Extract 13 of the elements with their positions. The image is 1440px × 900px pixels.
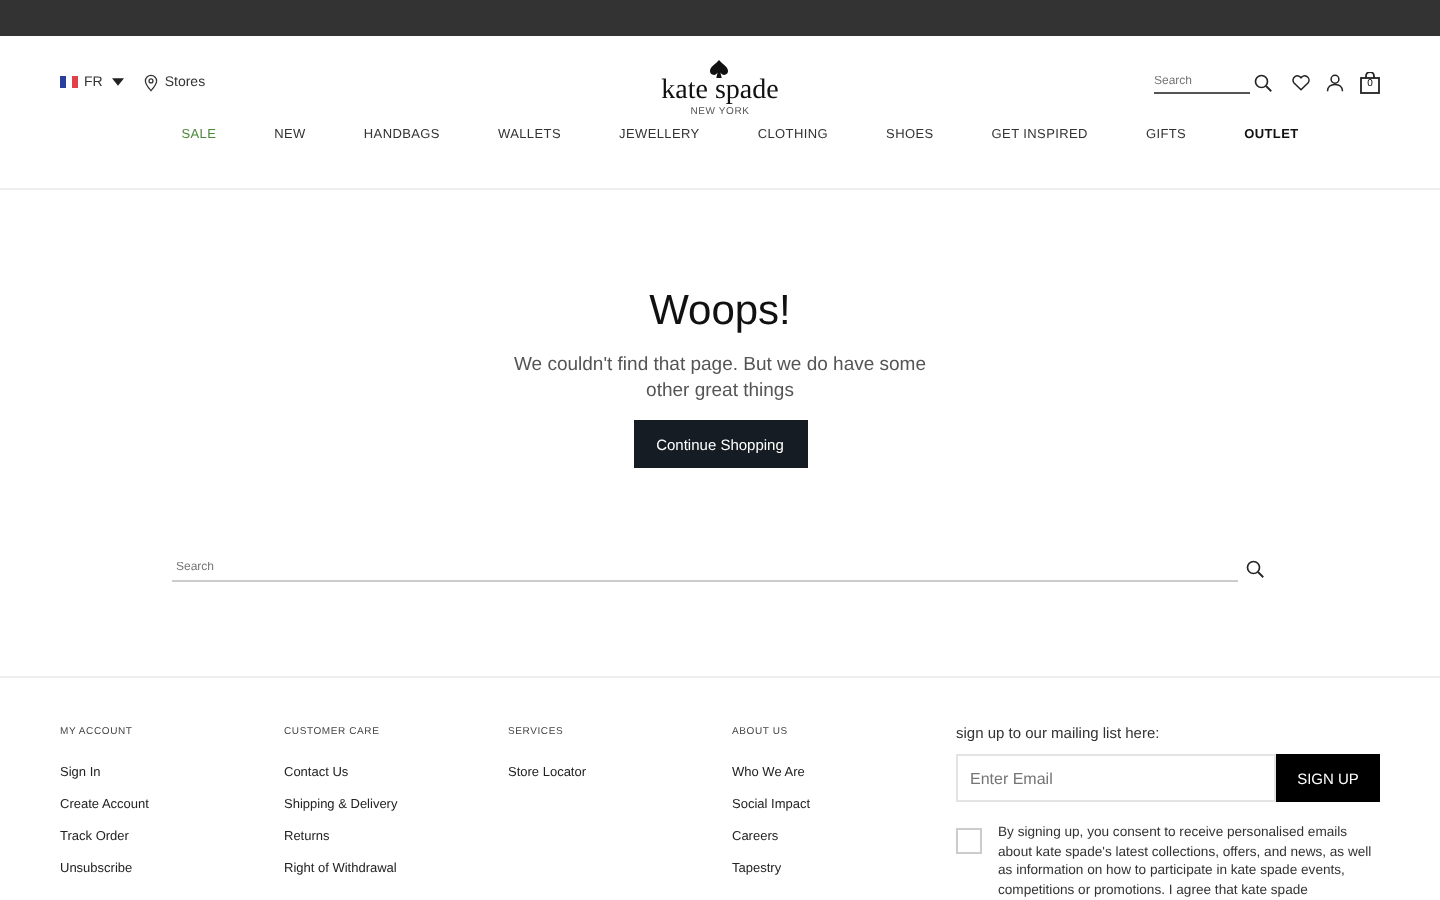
caret-icon: [112, 78, 125, 86]
account-icon[interactable]: [1325, 73, 1344, 91]
location-pin-icon: [144, 73, 159, 91]
bag-icon: [1359, 71, 1380, 93]
spade-icon: [710, 59, 729, 77]
search-icon: [1253, 73, 1272, 91]
error-title: Woops!: [649, 288, 791, 336]
flag-icon: [60, 76, 78, 88]
email-field[interactable]: Enter Email: [956, 754, 1276, 802]
search-icon: [1246, 560, 1264, 578]
consent-checkbox[interactable]: [956, 828, 982, 854]
error-message: We couldn't find that page. But we do have some other great things: [511, 352, 929, 404]
heart-icon[interactable]: [1291, 73, 1310, 91]
